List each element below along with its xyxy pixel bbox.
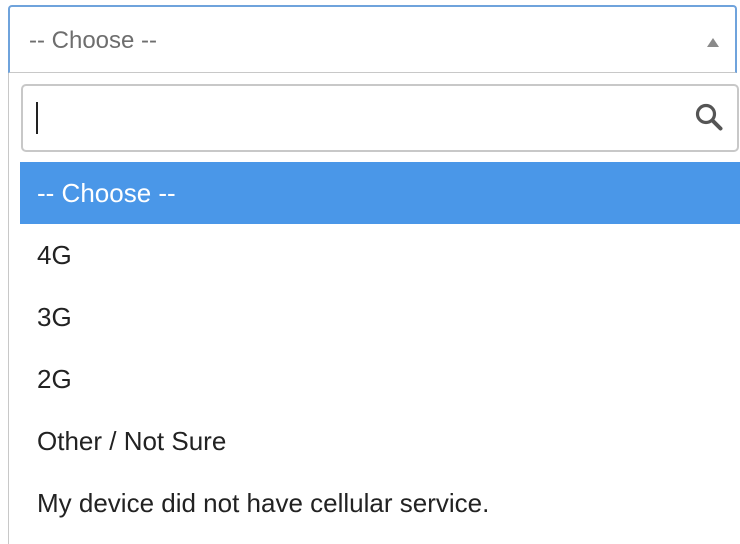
option-2g[interactable]: 2G <box>20 348 740 410</box>
select-current-value: -- Choose -- <box>29 27 158 54</box>
search-field[interactable] <box>21 84 739 152</box>
triangle-up-icon[interactable] <box>707 38 719 47</box>
option-4g[interactable]: 4G <box>20 224 740 286</box>
option-no-cellular-service[interactable]: My device did not have cellular service. <box>20 472 740 534</box>
dropdown-panel: -- Choose -- 4G 3G 2G Other / Not Sure M… <box>8 73 740 544</box>
option-choose[interactable]: -- Choose -- <box>20 162 740 224</box>
search-input[interactable] <box>29 92 689 144</box>
option-3g[interactable]: 3G <box>20 286 740 348</box>
text-cursor <box>36 102 38 134</box>
option-other-not-sure[interactable]: Other / Not Sure <box>20 410 740 472</box>
options-list: -- Choose -- 4G 3G 2G Other / Not Sure M… <box>20 162 740 534</box>
network-select[interactable]: -- Choose -- <box>8 5 737 73</box>
search-icon <box>695 103 723 131</box>
